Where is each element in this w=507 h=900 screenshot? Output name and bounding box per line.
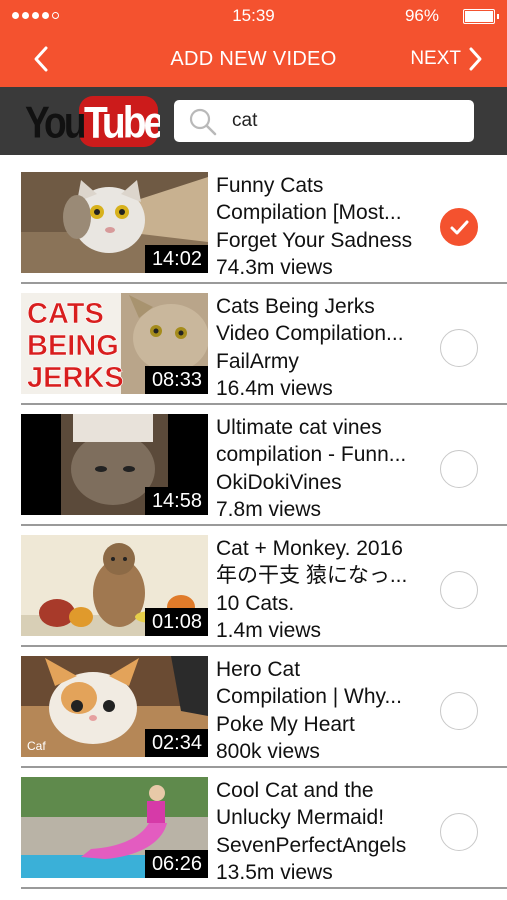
youtube-logo: You Tube — [25, 96, 160, 148]
video-channel: SevenPerfectAngels — [216, 833, 407, 857]
video-info: Hero Cat Compilation | Why... Poke My He… — [216, 656, 436, 766]
video-thumbnail: CATS BEING JERKS 08:33 — [21, 293, 208, 394]
battery-icon — [463, 9, 499, 24]
video-duration: 01:08 — [144, 608, 208, 636]
next-button[interactable]: NEXT — [410, 42, 483, 76]
search-input[interactable]: cat — [174, 100, 474, 142]
next-button-label: NEXT — [410, 48, 461, 69]
status-bar: 15:39 96% — [0, 0, 507, 32]
video-info: Funny Cats Compilation [Most... Forget Y… — [216, 172, 436, 282]
video-duration: 02:34 — [144, 729, 208, 757]
video-select-checkbox[interactable] — [440, 692, 478, 730]
video-thumbnail: 14:02 — [21, 172, 208, 273]
video-duration: 14:02 — [144, 245, 208, 273]
video-row[interactable]: 14:58 Ultimate cat vines compilation - F… — [0, 397, 507, 526]
video-title-line: Cat + Monkey. 2016 — [216, 537, 403, 560]
video-thumbnail: 01:08 — [21, 535, 208, 636]
video-thumbnail: Caf 02:34 — [21, 656, 208, 757]
video-info: Cats Being Jerks Video Compilation... Fa… — [216, 293, 436, 403]
video-thumbnail: 14:58 — [21, 414, 208, 515]
video-channel: Forget Your Sadness — [216, 228, 413, 252]
video-row[interactable]: 01:08 Cat + Monkey. 2016 年の干支 猿になっ... 10… — [0, 518, 507, 647]
youtube-logo-tube: Tube — [84, 97, 160, 147]
app-header: 15:39 96% ADD NEW VIDEO NEXT — [0, 0, 507, 87]
video-title-line: Ultimate cat vines — [216, 416, 382, 439]
video-channel: OkiDokiVines — [216, 470, 342, 494]
video-duration: 14:58 — [144, 487, 208, 515]
video-row[interactable]: 06:26 Cool Cat and the Unlucky Mermaid! … — [0, 760, 507, 889]
video-info: Cat + Monkey. 2016 年の干支 猿になっ... 10 Cats.… — [216, 535, 436, 645]
video-title-line: Compilation [Most... — [216, 201, 402, 225]
video-row[interactable]: Caf 02:34 Hero Cat Compilation | Why... … — [0, 639, 507, 768]
video-select-checkbox[interactable] — [440, 450, 478, 488]
video-duration: 08:33 — [144, 366, 208, 394]
video-row[interactable]: CATS BEING JERKS 08:33 Cats Being Jerks … — [0, 276, 507, 405]
video-title-line: Video Compilation... — [216, 322, 404, 346]
youtube-logo-you: You — [25, 97, 85, 147]
video-title-line: Funny Cats — [216, 174, 324, 197]
chevron-right-icon — [469, 47, 482, 71]
battery-percent: 96% — [404, 6, 439, 25]
nav-bar: ADD NEW VIDEO NEXT — [0, 32, 507, 87]
thumbnail-caption: JERKS — [27, 362, 124, 394]
video-channel: FailArmy — [216, 349, 299, 373]
video-title-line: 年の干支 猿になっ... — [216, 564, 408, 588]
video-channel: 10 Cats. — [216, 591, 295, 615]
video-select-checkbox[interactable] — [440, 208, 478, 246]
row-divider — [21, 887, 507, 889]
video-select-checkbox[interactable] — [440, 813, 478, 851]
video-info: Cool Cat and the Unlucky Mermaid! SevenP… — [216, 777, 436, 887]
video-title-line: Cool Cat and the — [216, 779, 374, 802]
video-title-line: compilation - Funn... — [216, 443, 407, 467]
thumbnail-caption: CATS — [27, 298, 104, 330]
video-title-line: Cats Being Jerks — [216, 295, 375, 318]
thumbnail-caption: BEING — [27, 330, 119, 362]
video-views: 13.5m views — [216, 861, 333, 885]
video-select-checkbox[interactable] — [440, 571, 478, 609]
video-channel: Poke My Heart — [216, 712, 355, 736]
video-title-line: Unlucky Mermaid! — [216, 806, 385, 830]
checkmark-icon — [450, 220, 468, 234]
video-title-line: Hero Cat — [216, 658, 301, 681]
thumbnail-caption: Caf — [27, 739, 46, 753]
video-thumbnail: 06:26 — [21, 777, 208, 878]
video-duration: 06:26 — [144, 850, 208, 878]
search-query: cat — [232, 110, 258, 131]
video-title-line: Compilation | Why... — [216, 685, 402, 709]
video-row[interactable]: 14:02 Funny Cats Compilation [Most... Fo… — [0, 155, 507, 284]
search-icon — [189, 108, 217, 136]
video-info: Ultimate cat vines compilation - Funn...… — [216, 414, 436, 524]
video-select-checkbox[interactable] — [440, 329, 478, 367]
